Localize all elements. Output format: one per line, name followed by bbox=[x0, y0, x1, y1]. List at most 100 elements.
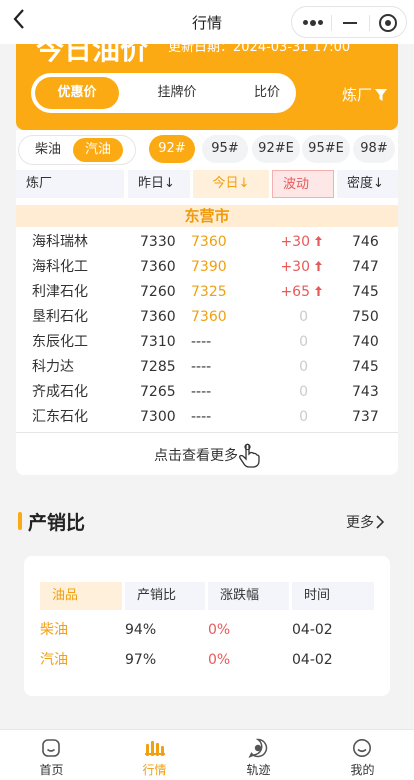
change-value: 0% bbox=[208, 622, 231, 638]
tab-diesel[interactable]: 柴油 bbox=[23, 138, 73, 162]
factory-name: 海科化工 bbox=[32, 259, 88, 275]
wave-value: +30 bbox=[280, 234, 310, 250]
minimize-icon[interactable] bbox=[343, 22, 357, 24]
factory-filter-label: 炼厂 bbox=[341, 86, 372, 104]
table-row[interactable]: 汇东石化 7300 ---- 737 0 bbox=[16, 405, 398, 430]
oil-name: 汽油 bbox=[40, 652, 68, 668]
table-row[interactable]: 垦利石化 7360 7360 750 0 bbox=[16, 305, 398, 330]
table-row[interactable]: 东辰化工 7310 ---- 740 0 bbox=[16, 330, 398, 355]
change-value: 0% bbox=[208, 652, 231, 668]
sales-header-ratio: 产销比 bbox=[125, 582, 205, 610]
ratio-value: 97% bbox=[125, 652, 157, 668]
table-row[interactable]: 科力达 7285 ---- 745 0 bbox=[16, 355, 398, 380]
factory-name: 齐成石化 bbox=[32, 384, 88, 400]
today-price: ---- bbox=[191, 384, 212, 400]
chevron-right-icon bbox=[376, 515, 385, 529]
table-row: 汽油 97% 0% 04-02 bbox=[24, 650, 390, 670]
price-header: 今日油价 更新日期：2024-03-31 17:00 优惠价 挂牌价 比价 炼厂 bbox=[16, 30, 398, 130]
yesterday-price: 7360 bbox=[140, 259, 176, 275]
header-density[interactable]: 密度↓ bbox=[337, 170, 398, 198]
wave-value: 0 bbox=[299, 309, 308, 325]
yesterday-price: 7260 bbox=[140, 284, 176, 300]
density-value: 747 bbox=[352, 259, 379, 275]
tab-compare-price[interactable]: 比价 bbox=[227, 77, 307, 109]
tab-discount-price[interactable]: 优惠价 bbox=[35, 77, 119, 109]
factory-name: 利津石化 bbox=[32, 284, 88, 300]
tab-mine-label: 我的 bbox=[350, 763, 375, 777]
table-row[interactable]: 海科瑞林 7330 7360 746 +30 bbox=[16, 230, 398, 255]
tab-market[interactable]: 行情 bbox=[103, 730, 206, 780]
factory-name: 东辰化工 bbox=[32, 334, 88, 350]
density-value: 737 bbox=[352, 409, 379, 425]
factory-name: 海科瑞林 bbox=[32, 234, 88, 250]
today-price: ---- bbox=[191, 409, 212, 425]
close-circle-icon[interactable] bbox=[379, 14, 397, 32]
sales-ratio-title: 产销比 bbox=[28, 512, 86, 534]
grade-92[interactable]: 92# bbox=[149, 135, 195, 163]
more-options-icon[interactable] bbox=[303, 19, 323, 26]
view-more-button[interactable]: 点击查看更多 bbox=[16, 442, 398, 468]
today-price: 7390 bbox=[191, 259, 227, 275]
header-yesterday[interactable]: 昨日↓ bbox=[128, 170, 190, 198]
header-today[interactable]: 今日↓ bbox=[193, 170, 269, 198]
sales-header-oil: 油品 bbox=[40, 582, 122, 610]
factory-name: 垦利石化 bbox=[32, 309, 88, 325]
yesterday-price: 7360 bbox=[140, 309, 176, 325]
grade-95[interactable]: 95# bbox=[202, 135, 248, 163]
yesterday-price: 7265 bbox=[140, 384, 176, 400]
home-icon bbox=[42, 739, 60, 757]
yesterday-price: 7310 bbox=[140, 334, 176, 350]
tab-track-label: 轨迹 bbox=[246, 763, 271, 777]
tab-home[interactable]: 首页 bbox=[0, 730, 103, 780]
date-value: 04-02 bbox=[292, 652, 333, 668]
today-price: ---- bbox=[191, 359, 212, 375]
tab-market-label: 行情 bbox=[142, 763, 167, 777]
grade-98[interactable]: 98# bbox=[353, 135, 395, 163]
fuel-type-switch: 柴油 汽油 bbox=[18, 135, 136, 165]
arrow-up-icon bbox=[314, 255, 323, 280]
price-table-card: 柴油 汽油 92# 95# 92#E 95#E 98# 炼厂 昨日↓ 今日↓ 波… bbox=[16, 130, 398, 475]
wave-value: +65 bbox=[280, 284, 310, 300]
today-price: 7360 bbox=[191, 234, 227, 250]
table-row[interactable]: 海科化工 7360 7390 747 +30 bbox=[16, 255, 398, 280]
grade-95e[interactable]: 95#E bbox=[302, 135, 350, 163]
table-row[interactable]: 利津石化 7260 7325 745 +65 bbox=[16, 280, 398, 305]
tab-gasoline[interactable]: 汽油 bbox=[73, 138, 123, 162]
yesterday-price: 7300 bbox=[140, 409, 176, 425]
today-price: 7360 bbox=[191, 309, 227, 325]
city-group-title: 东营市 bbox=[16, 205, 398, 227]
market-icon bbox=[145, 741, 165, 756]
hand-pointer-icon bbox=[239, 443, 260, 468]
tab-listed-price[interactable]: 挂牌价 bbox=[137, 77, 217, 109]
wave-value: 0 bbox=[299, 384, 308, 400]
factory-name: 科力达 bbox=[32, 359, 74, 375]
tab-track[interactable]: 轨迹 bbox=[207, 730, 310, 780]
section-marker bbox=[18, 512, 22, 530]
wave-value: 0 bbox=[299, 359, 308, 375]
header-wave[interactable]: 波动 bbox=[272, 170, 334, 198]
yesterday-price: 7330 bbox=[140, 234, 176, 250]
table-row[interactable]: 齐成石化 7265 ---- 743 0 bbox=[16, 380, 398, 405]
date-value: 04-02 bbox=[292, 622, 333, 638]
factory-filter[interactable]: 炼厂 bbox=[342, 84, 388, 105]
bottom-tab-bar: 首页 行情 轨迹 我的 bbox=[0, 729, 414, 780]
mini-program-capsule bbox=[291, 6, 407, 38]
track-icon bbox=[248, 738, 268, 758]
navigation-bar: 行情 bbox=[0, 0, 414, 44]
wave-value: +30 bbox=[280, 259, 310, 275]
filter-icon bbox=[375, 89, 387, 101]
header-factory: 炼厂 bbox=[16, 170, 124, 198]
tab-mine[interactable]: 我的 bbox=[311, 730, 414, 780]
sales-header-change: 涨跌幅 bbox=[208, 582, 289, 610]
sales-more-link[interactable]: 更多 bbox=[346, 512, 386, 532]
today-price: ---- bbox=[191, 334, 212, 350]
grade-92e[interactable]: 92#E bbox=[252, 135, 300, 163]
sales-header-date: 时间 bbox=[292, 582, 374, 610]
smile-icon bbox=[353, 739, 371, 757]
factory-name: 汇东石化 bbox=[32, 409, 88, 425]
density-value: 745 bbox=[352, 359, 379, 375]
density-value: 746 bbox=[352, 234, 379, 250]
sales-more-label: 更多 bbox=[346, 515, 374, 531]
arrow-up-icon bbox=[314, 230, 323, 255]
density-value: 750 bbox=[352, 309, 379, 325]
